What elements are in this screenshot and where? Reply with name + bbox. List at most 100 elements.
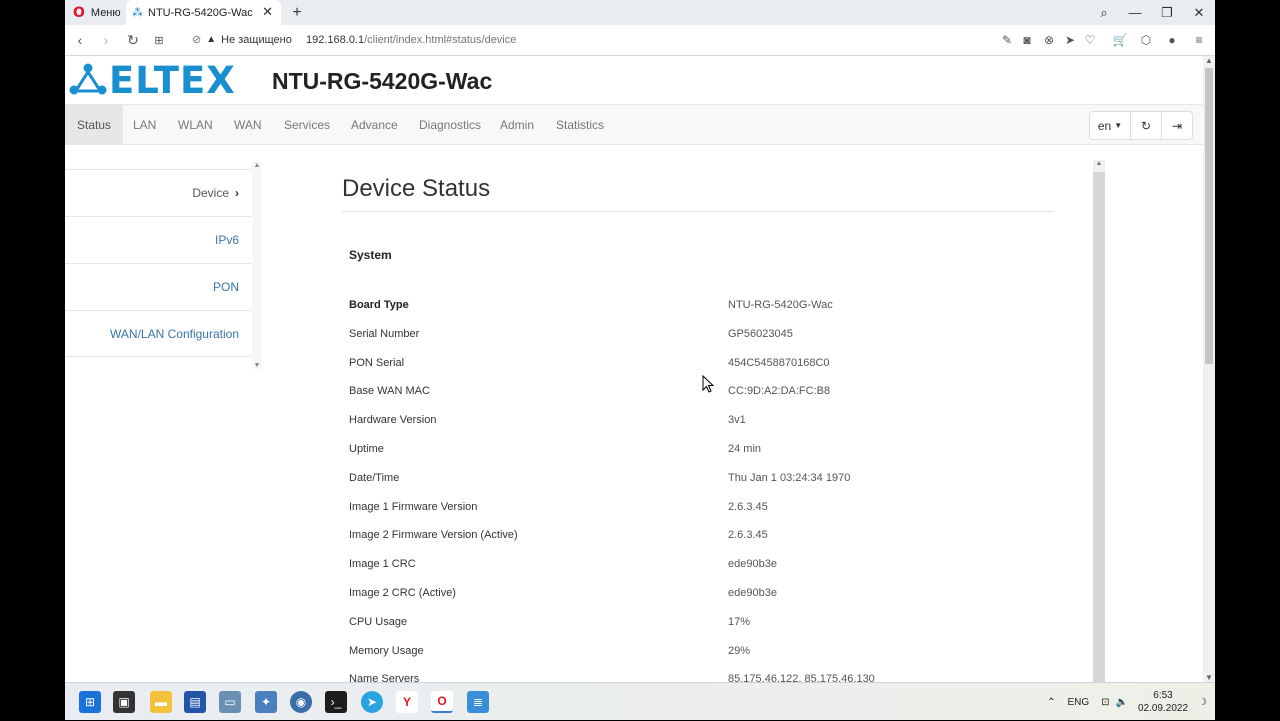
monitor-icon[interactable]: ▭ (219, 691, 241, 713)
nav-wlan[interactable]: WLAN (166, 105, 225, 145)
network-icon[interactable]: ⊡ (1101, 697, 1109, 708)
forward-icon[interactable]: › (97, 31, 115, 49)
status-value: 85.175.46.122, 85.175.46.130 (728, 673, 875, 682)
nav-advance[interactable]: Advance (339, 105, 410, 145)
minimize-button[interactable]: — (1119, 0, 1151, 25)
new-tab-button[interactable]: + (287, 0, 307, 25)
heart-icon[interactable]: ♡ (1082, 31, 1098, 49)
status-key: Name Servers (349, 673, 420, 682)
close-tab-icon[interactable]: ✕ (262, 4, 273, 20)
browser-scrollbar[interactable]: ▲ ▼ (1203, 56, 1215, 682)
reload-icon[interactable]: ↻ (124, 31, 142, 49)
scroll-up-icon[interactable]: ▲ (252, 162, 262, 169)
tabs-grid-icon[interactable]: ⊞ (150, 31, 168, 49)
scroll-down-icon[interactable]: ▼ (252, 362, 262, 369)
sidebar: Device › IPv6 PON WAN/LAN Configuration (65, 169, 251, 369)
windows-taskbar: ⊞ ▣ ▬ ▤ ▭ ✦ ◉ ›_ ➤ Y O ≣ ⌃ ENG ⊡ 🔈 6:53 … (65, 682, 1215, 720)
clock-date: 02.09.2022 (1137, 703, 1189, 714)
scroll-up-icon[interactable]: ▲ (1203, 56, 1215, 65)
close-window-button[interactable]: ✕ (1183, 0, 1215, 25)
restore-button[interactable]: ❐ (1151, 0, 1183, 25)
back-icon[interactable]: ‹ (71, 31, 89, 49)
refresh-icon: ↻ (1140, 118, 1152, 133)
title-divider (342, 211, 1054, 212)
clock[interactable]: 6:53 02.09.2022 (1138, 689, 1188, 715)
status-key: Hardware Version (349, 414, 437, 427)
scroll-thumb[interactable] (1205, 68, 1213, 364)
nav-diagnostics[interactable]: Diagnostics (407, 105, 493, 145)
sidebar-item-wan-lan-config[interactable]: WAN/LAN Configuration (65, 310, 251, 357)
opera-taskbar-icon[interactable]: O (431, 691, 453, 713)
status-key: PON Serial (349, 356, 405, 369)
status-value: NTU-RG-5420G-Wac (728, 299, 833, 311)
sidebar-item-pon[interactable]: PON (65, 263, 251, 310)
tab-active[interactable]: ⁂ NTU-RG-5420G-Wac ✕ (126, 0, 281, 25)
status-value: ede90b3e (728, 587, 777, 599)
status-row: Serial Number GP56023045 (349, 328, 1069, 348)
task-view-icon[interactable]: ▣ (113, 691, 135, 713)
refresh-button[interactable]: ↻ (1130, 112, 1161, 139)
status-row: Memory Usage 29% (349, 645, 1069, 665)
content-scrollbar[interactable]: ▲ (1093, 160, 1105, 682)
easy-setup-icon[interactable]: ≡ (1191, 31, 1207, 49)
nav-admin[interactable]: Admin (488, 105, 546, 145)
scroll-down-icon[interactable]: ▼ (1203, 673, 1215, 682)
cube-icon[interactable]: ⬡ (1138, 31, 1154, 49)
input-language[interactable]: ENG (1067, 697, 1089, 708)
nav-status[interactable]: Status (65, 105, 124, 145)
nav-label: WAN (234, 118, 262, 132)
language-dropdown[interactable]: en ▼ (1090, 112, 1130, 139)
browser-globe-icon[interactable]: ◉ (290, 691, 312, 713)
status-value: ede90b3e (728, 558, 777, 571)
eltex-logo[interactable]: ELTEX (69, 59, 236, 102)
nav-statistics[interactable]: Statistics (544, 105, 616, 145)
send-icon[interactable]: ➤ (1062, 31, 1078, 49)
yandex-icon[interactable]: Y (396, 691, 418, 713)
search-tabs-icon[interactable]: ⌕ (1088, 0, 1120, 25)
status-key: Base WAN MAC (349, 385, 430, 398)
file-explorer-icon[interactable]: ▬ (150, 691, 172, 713)
status-row: PON Serial 454C5458870168C0 (349, 357, 1069, 377)
cart-icon[interactable]: 🛒 (1112, 31, 1128, 49)
sidebar-item-device[interactable]: Device › (65, 169, 251, 216)
status-value: GP56023045 (728, 327, 793, 340)
mouse-cursor-icon (702, 375, 714, 393)
caret-down-icon: ▼ (1114, 121, 1123, 130)
camera-icon[interactable]: ◙ (1019, 31, 1035, 49)
network-tool-icon[interactable]: ✦ (255, 691, 277, 713)
start-icon[interactable]: ⊞ (79, 691, 101, 713)
telegram-icon[interactable]: ➤ (361, 691, 383, 713)
system-tray: ⌃ ENG ⊡ 🔈 6:53 02.09.2022 ☽ (1047, 683, 1207, 721)
status-row: Name Servers 85.175.46.122, 85.175.46.130 (349, 673, 1069, 682)
terminal-icon[interactable]: ›_ (325, 691, 347, 713)
status-value: 29% (728, 644, 751, 657)
scroll-up-icon[interactable]: ▲ (1093, 160, 1105, 172)
save-disk-icon[interactable]: ▤ (184, 691, 206, 713)
nav-lan[interactable]: LAN (121, 105, 168, 145)
notifications-icon[interactable]: ☽ (1198, 697, 1207, 708)
edit-icon[interactable]: ✎ (999, 31, 1015, 49)
section-heading: System (349, 248, 392, 262)
notepad-icon[interactable]: ≣ (467, 691, 489, 713)
status-value: 2.6.3.45 (728, 529, 768, 542)
nav-label: Status (77, 118, 112, 132)
url-field[interactable]: 192.168.0.1/client/index.html#status/dev… (306, 34, 516, 46)
nav-wan[interactable]: WAN (222, 105, 274, 145)
screen: O Меню ⁂ NTU-RG-5420G-Wac ✕ + ⌕ — ❐ ✕ ‹ … (0, 0, 1280, 720)
adblock-icon[interactable]: ⊗ (1041, 31, 1057, 49)
page-title: NTU-RG-5420G-Wac (272, 68, 493, 94)
volume-icon[interactable]: 🔈 (1116, 697, 1128, 708)
browser-window: O Меню ⁂ NTU-RG-5420G-Wac ✕ + ⌕ — ❐ ✕ ‹ … (65, 0, 1215, 682)
nav-services[interactable]: Services (272, 105, 342, 145)
sidebar-scrollbar[interactable]: ▲ ▼ (252, 162, 262, 369)
profile-icon[interactable]: ● (1164, 31, 1180, 49)
opera-menu-button[interactable]: O Меню (65, 0, 125, 25)
status-row: Image 2 CRC (Active) ede90b3e (349, 587, 1069, 607)
status-value: CC:9D:A2:DA:FC:B8 (728, 385, 831, 398)
status-row: Hardware Version 3v1 (349, 414, 1069, 434)
sidebar-item-label: Device (192, 186, 229, 200)
sidebar-item-ipv6[interactable]: IPv6 (65, 216, 251, 263)
security-indicator[interactable]: ⊘ ▲ Не защищено (192, 33, 292, 47)
tray-expand-icon[interactable]: ⌃ (1047, 697, 1055, 708)
logout-button[interactable]: ⇥ (1161, 112, 1192, 139)
